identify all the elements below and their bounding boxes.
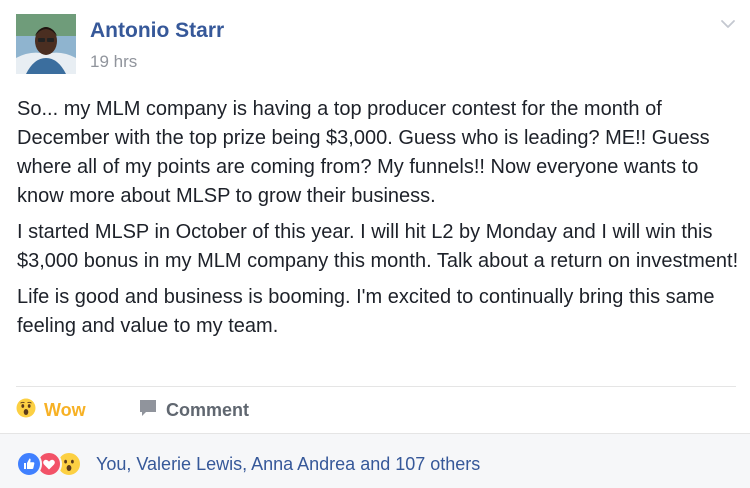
post-paragraph: Life is good and business is booming. I'… [17,286,715,337]
post-body: So... my MLM company is having a top pro… [17,95,739,348]
avatar[interactable] [16,14,76,74]
reactors-link[interactable]: You, Valerie Lewis, Anna Andrea and 107 … [96,454,480,475]
reaction-icons[interactable] [16,451,82,477]
post-paragraph: So... my MLM company is having a top pro… [17,98,710,207]
speech-bubble-icon [138,398,158,423]
comment-label: Comment [166,399,250,420]
like-icon [16,451,42,477]
facebook-post: Antonio Starr 19 hrs So... my MLM compan… [0,0,750,488]
wow-label: Wow [44,399,86,420]
author-name[interactable]: Antonio Starr [90,19,224,43]
reactions-footer: You, Valerie Lewis, Anna Andrea and 107 … [0,433,750,488]
post-timestamp[interactable]: 19 hrs [90,52,137,72]
chevron-down-icon[interactable] [720,16,736,32]
wow-button[interactable]: Wow [16,396,86,424]
wow-emoji-icon [16,398,36,423]
post-paragraph: I started MLSP in October of this year. … [17,221,739,272]
comment-button[interactable]: Comment [138,396,249,424]
divider [16,386,736,387]
